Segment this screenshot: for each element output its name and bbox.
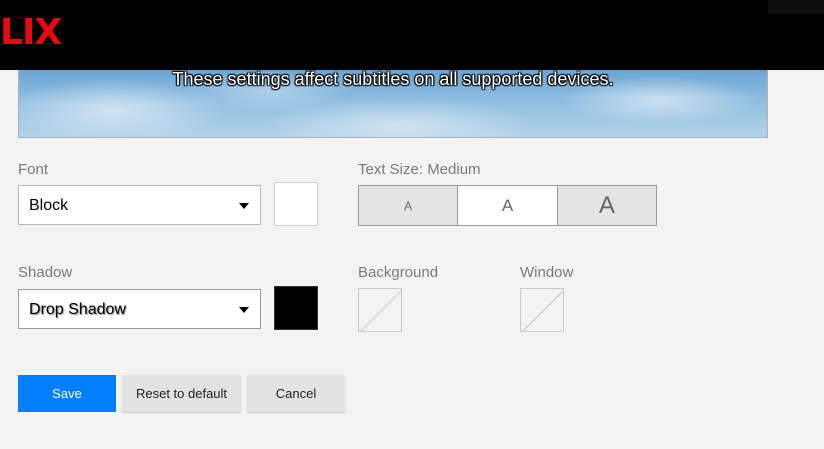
font-select[interactable]: Block	[18, 185, 261, 225]
shadow-select-value: Drop Shadow	[29, 301, 126, 318]
chevron-down-icon	[239, 203, 249, 209]
preview-text: These settings affect subtitles on all s…	[172, 70, 614, 89]
chevron-down-icon	[239, 307, 249, 313]
shadow-label: Shadow	[18, 264, 73, 281]
text-size-small-button[interactable]: A	[359, 186, 458, 225]
netflix-logo[interactable]: LIX	[0, 13, 62, 53]
text-size-large-button[interactable]: A	[556, 186, 656, 225]
font-select-value: Block	[29, 197, 69, 214]
no-color-icon	[522, 290, 564, 332]
header-bar: LIX	[0, 0, 824, 70]
font-label: Font	[18, 161, 49, 178]
save-button[interactable]: Save	[18, 375, 116, 412]
header-edge	[768, 0, 824, 14]
subtitle-settings-page: LIX These settings affect subtitles on a…	[0, 0, 824, 449]
window-label: Window	[520, 264, 574, 281]
shadow-color-swatch[interactable]	[274, 286, 318, 330]
font-color-swatch[interactable]	[274, 182, 318, 226]
shadow-select[interactable]: Drop Shadow	[18, 289, 261, 329]
subtitle-preview: These settings affect subtitles on all s…	[18, 70, 768, 138]
background-color-swatch[interactable]	[358, 288, 402, 332]
text-size-control: A A A	[358, 185, 657, 226]
window-color-swatch[interactable]	[520, 288, 564, 332]
text-size-label: Text Size: Medium	[358, 161, 481, 178]
background-label: Background	[358, 264, 439, 281]
cancel-button[interactable]: Cancel	[247, 375, 345, 412]
reset-to-default-button[interactable]: Reset to default	[122, 375, 241, 412]
text-size-medium-button[interactable]: A	[457, 186, 557, 225]
no-color-icon	[360, 290, 402, 332]
